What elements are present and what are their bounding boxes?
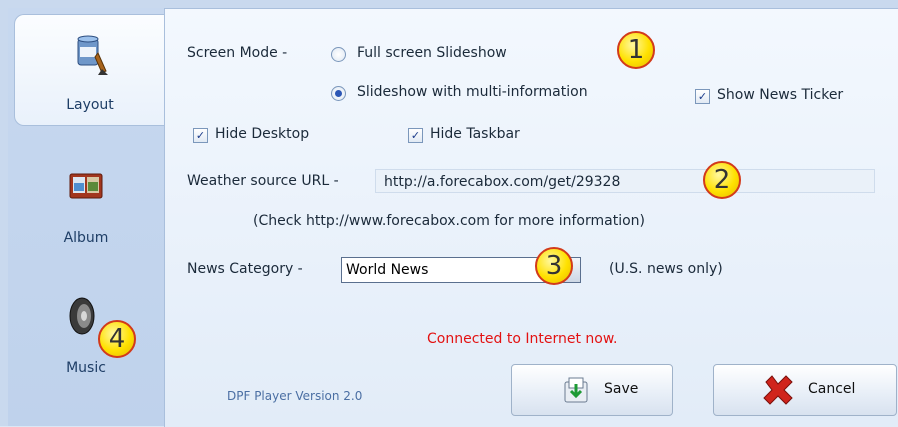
photo-album-icon [69,173,103,199]
multi-info-slideshow-radio[interactable] [331,86,346,101]
connection-status: Connected to Internet now. [427,331,618,347]
app-window: Layout Album Music 4 Screen Mode - Full … [0,0,898,427]
sidebar-item-album[interactable]: Album [8,148,164,258]
layout-settings-panel: Screen Mode - Full screen Slideshow Slid… [164,8,898,427]
version-text: DPF Player Version 2.0 [227,389,363,403]
sidebar-item-label: Layout [66,97,114,113]
save-icon [564,377,588,403]
hide-taskbar-checkbox[interactable]: ✓ [408,128,423,143]
sidebar-item-label: Album [63,230,109,246]
fullscreen-slideshow-radio[interactable] [331,47,346,62]
news-note-text: (U.S. news only) [609,261,723,277]
sidebar-item-music[interactable]: Music [8,278,164,388]
weather-url-input[interactable]: http://a.forecabox.com/get/29328 [375,169,875,193]
paint-bucket-icon [77,35,108,75]
show-news-ticker-checkbox[interactable]: ✓ [695,89,710,104]
sidebar: Layout Album Music 4 [8,8,165,426]
cancel-button-label: Cancel [808,381,856,397]
news-category-value: World News [346,262,429,278]
multi-info-slideshow-label: Slideshow with multi-information [357,84,588,100]
screen-mode-label: Screen Mode - [187,45,288,61]
hide-desktop-label: Hide Desktop [215,126,310,142]
callout-badge-1: 1 [617,31,655,69]
sidebar-item-label: Music [66,360,106,376]
cancel-icon [763,375,793,405]
weather-url-label: Weather source URL - [187,173,339,189]
fullscreen-slideshow-label: Full screen Slideshow [357,45,507,61]
news-category-label: News Category - [187,261,303,277]
weather-hint-text: (Check http://www.forecabox.com for more… [253,213,645,229]
callout-badge-4: 4 [98,320,136,358]
cancel-button[interactable]: Cancel [713,364,897,416]
sidebar-item-layout[interactable]: Layout [14,14,165,126]
hide-taskbar-label: Hide Taskbar [430,126,520,142]
save-button[interactable]: Save [511,364,673,416]
hide-desktop-checkbox[interactable]: ✓ [193,128,208,143]
callout-badge-3: 3 [535,247,573,285]
show-news-ticker-label: Show News Ticker [717,87,844,103]
save-button-label: Save [604,381,639,397]
callout-badge-2: 2 [703,161,741,199]
